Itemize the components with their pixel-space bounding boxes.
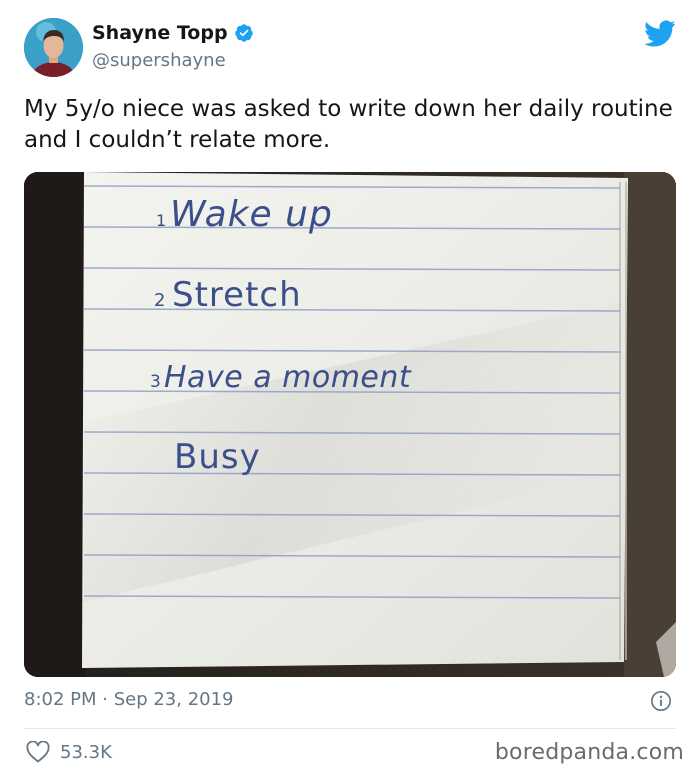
watermark: boredpanda.com (494, 740, 684, 765)
like-count: 53.3K (60, 741, 112, 763)
tweet-timestamp[interactable]: 8:02 PM · Sep 23, 2019 (24, 689, 234, 710)
verified-badge-icon (234, 24, 253, 42)
author-name-row[interactable]: Shayne Topp (92, 22, 254, 44)
note-line-1-number: 1 (156, 211, 166, 230)
note-line-2-text: Stretch (172, 275, 302, 315)
twitter-bird-icon[interactable] (644, 20, 676, 47)
note-line-2-number: 2 (154, 290, 165, 311)
heart-icon[interactable] (26, 741, 50, 763)
author-display-name[interactable]: Shayne Topp (92, 22, 228, 44)
like-action[interactable]: 53.3K (26, 741, 112, 763)
note-line-1-text: Wake up (170, 194, 333, 235)
note-line-3-text: Have a moment (164, 360, 412, 395)
info-icon[interactable] (650, 690, 672, 712)
footer-divider (24, 728, 676, 729)
tweet-photo[interactable]: 1 Wake up 2 Stretch 3 Have a moment Busy (24, 172, 676, 677)
note-line-3-number: 3 (150, 372, 161, 392)
note-line-4-text: Busy (174, 437, 261, 477)
author-handle[interactable]: @supershayne (92, 50, 226, 71)
avatar[interactable] (24, 18, 83, 77)
tweet-text: My 5y/o niece was asked to write down he… (24, 96, 673, 153)
tweet-card: Shayne Topp @supershayne My 5y/o niece w… (0, 0, 700, 781)
